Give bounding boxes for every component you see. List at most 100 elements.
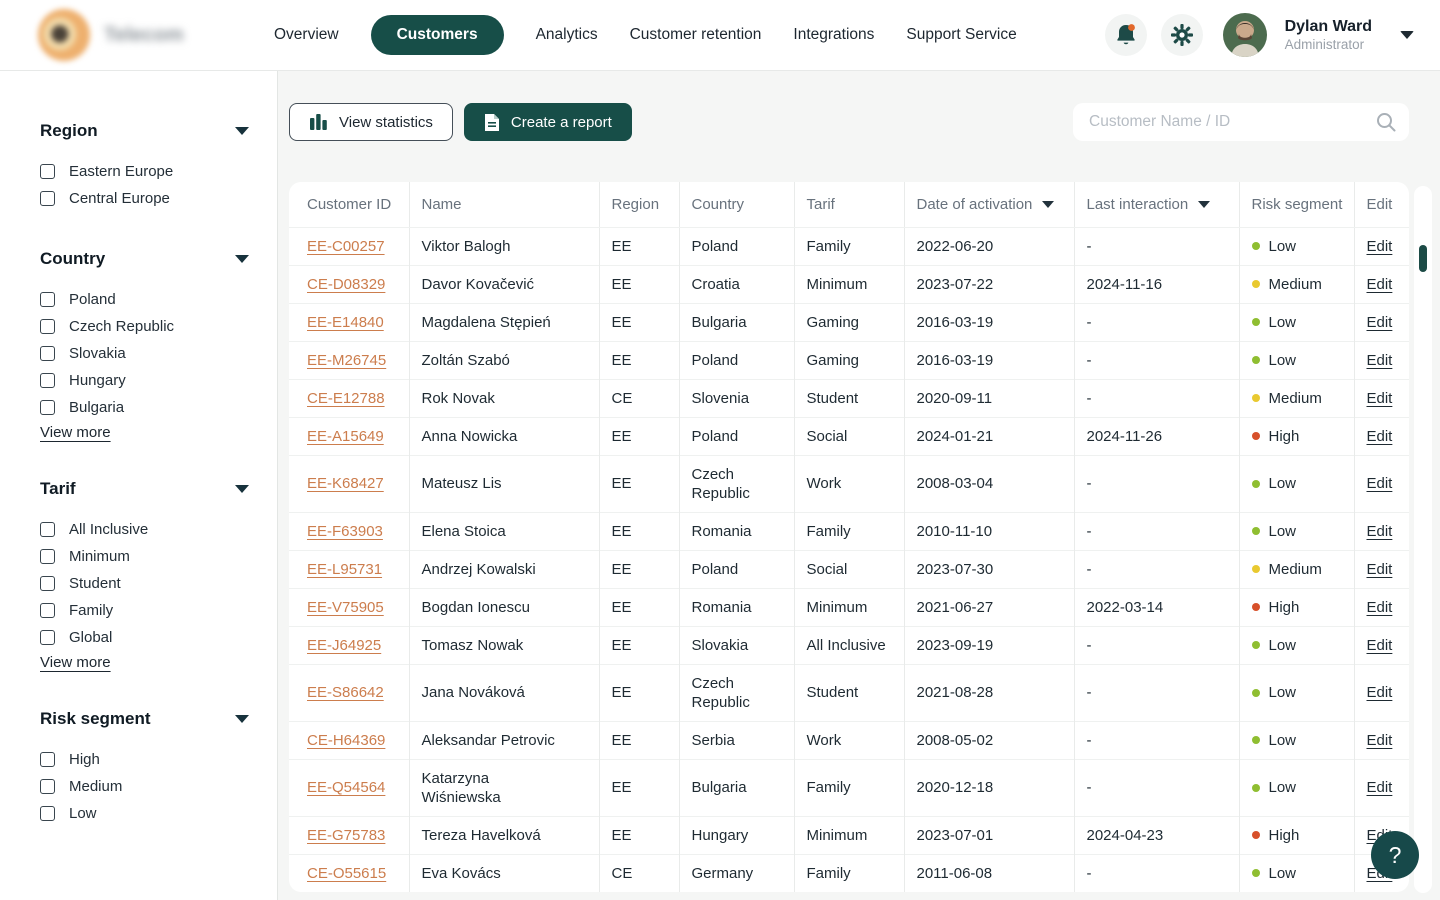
customer-id-link[interactable]: EE-M26745	[307, 352, 386, 369]
checkbox[interactable]	[40, 630, 55, 645]
notifications-button[interactable]	[1105, 14, 1147, 56]
filter-option-slovakia[interactable]: Slovakia	[40, 340, 249, 367]
edit-link[interactable]: Edit	[1367, 276, 1393, 293]
customer-id-link[interactable]: CE-D08329	[307, 276, 385, 293]
filter-option-bulgaria[interactable]: Bulgaria	[40, 394, 249, 421]
customer-id-link[interactable]: EE-S86642	[307, 684, 384, 701]
filter-option-low[interactable]: Low	[40, 800, 249, 827]
view-more-link[interactable]: View more	[40, 424, 111, 441]
cell-edit: Edit	[1354, 759, 1409, 816]
table-scrollbar-track[interactable]	[1414, 186, 1432, 893]
risk-dot-low	[1252, 242, 1260, 250]
view-statistics-button[interactable]: View statistics	[289, 103, 453, 141]
nav-item-analytics[interactable]: Analytics	[536, 26, 598, 44]
create-report-button[interactable]: Create a report	[464, 103, 632, 141]
filter-option-high[interactable]: High	[40, 746, 249, 773]
edit-link[interactable]: Edit	[1367, 475, 1393, 492]
checkbox[interactable]	[40, 400, 55, 415]
customer-id-link[interactable]: EE-V75905	[307, 599, 384, 616]
search-icon[interactable]	[1376, 112, 1396, 132]
sort-desc-icon[interactable]	[1042, 201, 1054, 208]
cell-customer-id: EE-V75905	[289, 588, 409, 626]
cell-tarif: All Inclusive	[794, 626, 904, 664]
checkbox[interactable]	[40, 522, 55, 537]
checkbox[interactable]	[40, 373, 55, 388]
bar-chart-icon	[309, 113, 328, 131]
filter-section-header-country[interactable]: Country	[40, 249, 249, 269]
cell-date-of-activation: 2020-09-11	[904, 379, 1074, 417]
risk-dot-medium	[1252, 280, 1260, 288]
checkbox[interactable]	[40, 806, 55, 821]
nav-item-support-service[interactable]: Support Service	[906, 26, 1016, 44]
filter-option-central-europe[interactable]: Central Europe	[40, 185, 249, 212]
checkbox[interactable]	[40, 603, 55, 618]
user-menu-chevron-down-icon[interactable]	[1400, 31, 1414, 39]
cell-risk-segment: Low	[1239, 664, 1354, 721]
edit-link[interactable]: Edit	[1367, 238, 1393, 255]
checkbox[interactable]	[40, 319, 55, 334]
filter-option-minimum[interactable]: Minimum	[40, 543, 249, 570]
customer-id-link[interactable]: EE-G75783	[307, 827, 385, 844]
checkbox[interactable]	[40, 576, 55, 591]
edit-link[interactable]: Edit	[1367, 684, 1393, 701]
customer-id-link[interactable]: EE-F63903	[307, 523, 383, 540]
edit-link[interactable]: Edit	[1367, 779, 1393, 796]
filter-option-student[interactable]: Student	[40, 570, 249, 597]
edit-link[interactable]: Edit	[1367, 561, 1393, 578]
edit-link[interactable]: Edit	[1367, 523, 1393, 540]
checkbox[interactable]	[40, 191, 55, 206]
filter-section-header-tarif[interactable]: Tarif	[40, 479, 249, 499]
filter-section-header-region[interactable]: Region	[40, 121, 249, 141]
edit-link[interactable]: Edit	[1367, 314, 1393, 331]
user-avatar[interactable]	[1223, 13, 1267, 57]
customer-id-link[interactable]: CE-O55615	[307, 865, 386, 882]
filter-option-czech-republic[interactable]: Czech Republic	[40, 313, 249, 340]
filter-option-eastern-europe[interactable]: Eastern Europe	[40, 158, 249, 185]
nav-item-customers[interactable]: Customers	[371, 15, 504, 55]
checkbox[interactable]	[40, 346, 55, 361]
cell-last-interaction: -	[1074, 721, 1239, 759]
checkbox[interactable]	[40, 164, 55, 179]
filter-option-family[interactable]: Family	[40, 597, 249, 624]
customer-id-link[interactable]: EE-C00257	[307, 238, 385, 255]
customer-id-link[interactable]: EE-L95731	[307, 561, 382, 578]
edit-link[interactable]: Edit	[1367, 390, 1393, 407]
customer-id-link[interactable]: CE-H64369	[307, 732, 385, 749]
customer-id-link[interactable]: EE-E14840	[307, 314, 384, 331]
edit-link[interactable]: Edit	[1367, 599, 1393, 616]
checkbox[interactable]	[40, 779, 55, 794]
nav-item-integrations[interactable]: Integrations	[793, 26, 874, 44]
checkbox[interactable]	[40, 292, 55, 307]
settings-button[interactable]	[1161, 14, 1203, 56]
customer-id-link[interactable]: EE-A15649	[307, 428, 384, 445]
filter-option-poland[interactable]: Poland	[40, 286, 249, 313]
customer-id-link[interactable]: EE-J64925	[307, 637, 381, 654]
help-button[interactable]: ?	[1371, 831, 1419, 879]
risk-label: Low	[1269, 351, 1297, 370]
customer-id-link[interactable]: CE-E12788	[307, 390, 385, 407]
sort-desc-icon[interactable]	[1198, 201, 1210, 208]
customer-id-link[interactable]: EE-K68427	[307, 475, 384, 492]
filters-sidebar: Region Eastern EuropeCentral Europe Countr…	[0, 71, 278, 900]
table-scrollbar-thumb[interactable]	[1419, 245, 1427, 272]
filter-option-all-inclusive[interactable]: All Inclusive	[40, 516, 249, 543]
edit-link[interactable]: Edit	[1367, 637, 1393, 654]
view-more-link[interactable]: View more	[40, 654, 111, 671]
chevron-down-icon	[235, 255, 249, 263]
cell-tarif: Family	[794, 512, 904, 550]
edit-link[interactable]: Edit	[1367, 732, 1393, 749]
checkbox[interactable]	[40, 752, 55, 767]
nav-item-overview[interactable]: Overview	[274, 26, 339, 44]
customer-id-link[interactable]: EE-Q54564	[307, 779, 385, 796]
search-input[interactable]	[1073, 103, 1409, 141]
filter-option-hungary[interactable]: Hungary	[40, 367, 249, 394]
cell-last-interaction: 2024-04-23	[1074, 816, 1239, 854]
filter-section-header-risk-segment[interactable]: Risk segment	[40, 709, 249, 729]
checkbox[interactable]	[40, 549, 55, 564]
filter-option-global[interactable]: Global	[40, 624, 249, 651]
edit-link[interactable]: Edit	[1367, 428, 1393, 445]
user-info[interactable]: Dylan Ward Administrator	[1285, 17, 1372, 52]
nav-item-customer-retention[interactable]: Customer retention	[630, 26, 762, 44]
edit-link[interactable]: Edit	[1367, 352, 1393, 369]
filter-option-medium[interactable]: Medium	[40, 773, 249, 800]
